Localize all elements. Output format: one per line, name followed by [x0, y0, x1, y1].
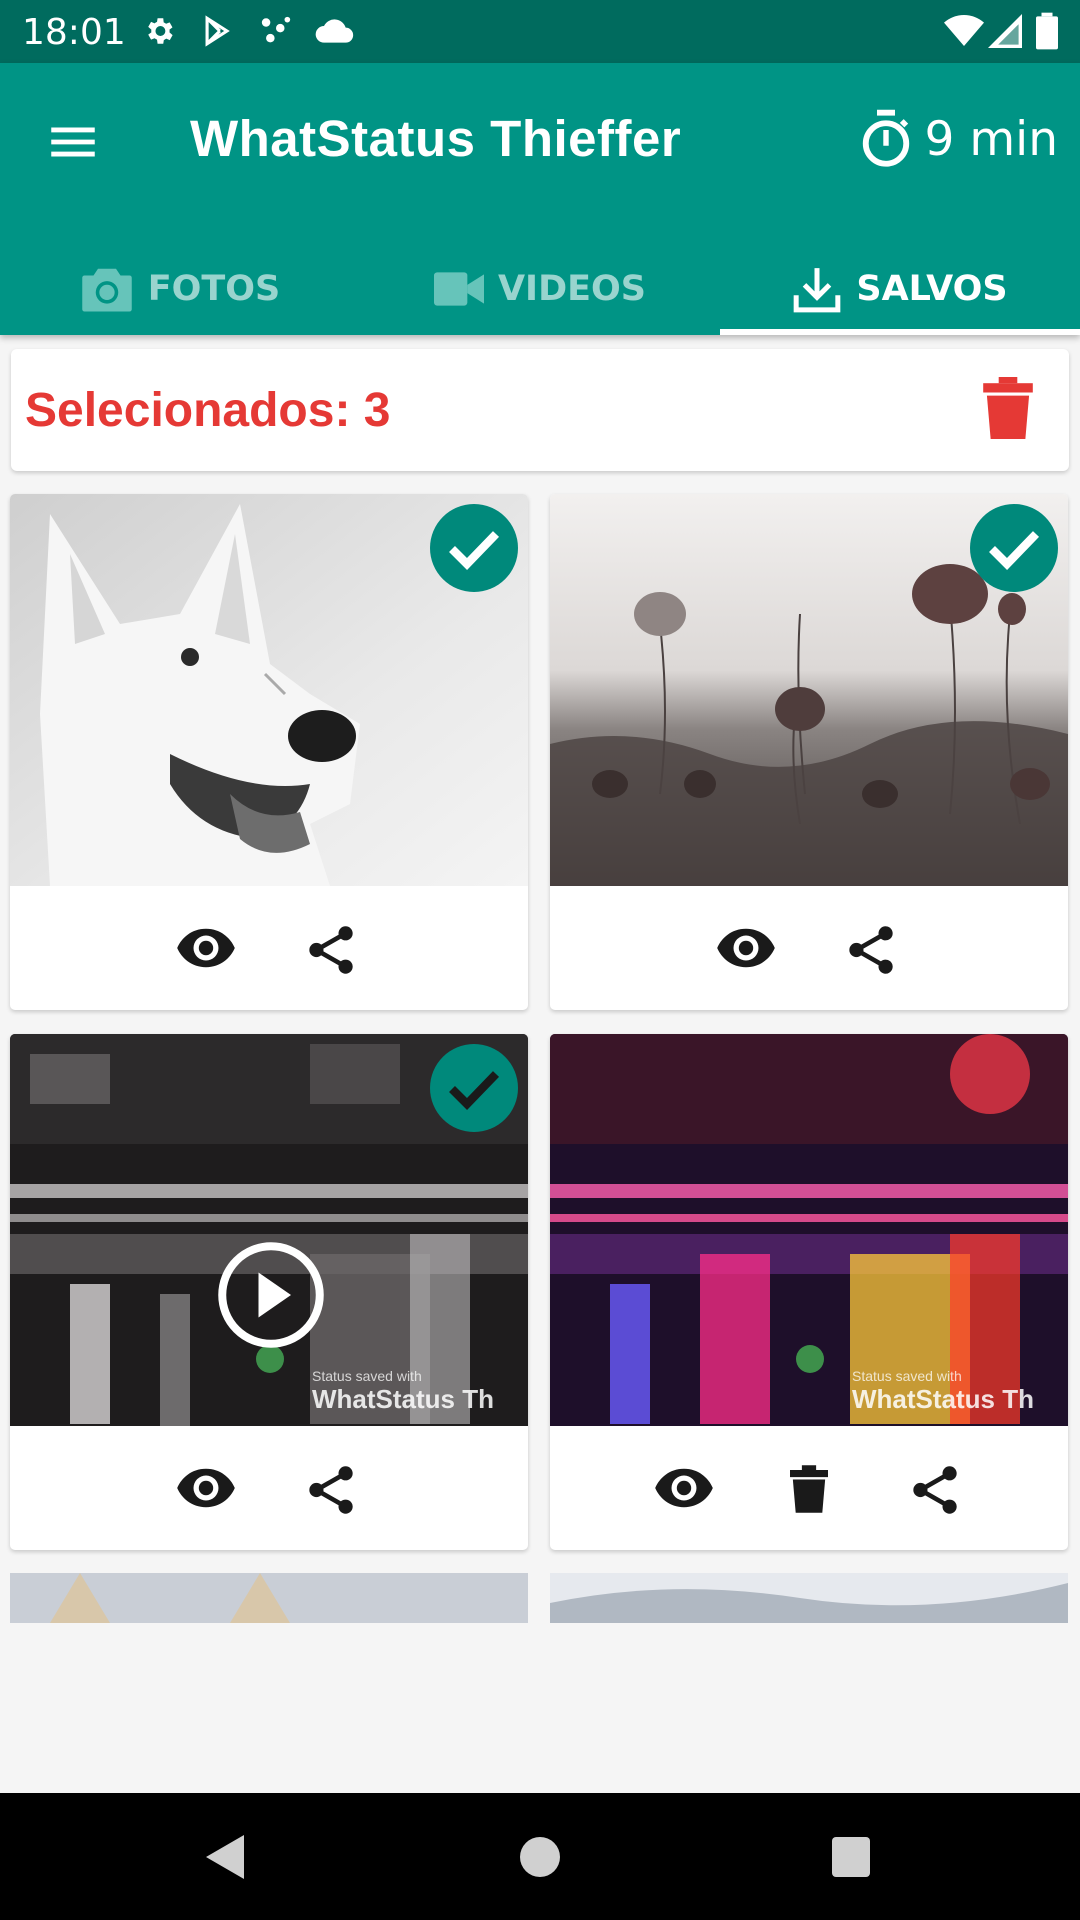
media-card-4[interactable]: Status saved with WhatStatus Th [550, 1034, 1068, 1550]
media-card-1[interactable] [10, 494, 528, 1010]
menu-hamburger-icon[interactable] [44, 113, 102, 171]
app-title: WhatStatus Thieffer [190, 110, 682, 167]
view-eye-icon[interactable] [176, 1464, 236, 1512]
watermark-brand: WhatStatus Th [852, 1384, 1034, 1414]
colorful-street-video-thumbnail [550, 1034, 1068, 1426]
view-eye-icon[interactable] [654, 1464, 714, 1512]
tab-bar: FOTOS VIDEOS SALVOS [0, 243, 1080, 335]
dog-ears-image [10, 1573, 528, 1623]
play-store-icon [205, 15, 230, 47]
delete-selected-icon[interactable] [983, 377, 1033, 439]
stopwatch-icon [862, 109, 909, 167]
wifi-icon [944, 15, 984, 46]
tab-salvos-label: SALVOS [856, 269, 1008, 309]
watermark-caption: Status saved with [312, 1368, 422, 1384]
tab-videos-label: VIDEOS [497, 269, 647, 309]
card-actions [550, 886, 1068, 1010]
settings-gear-icon [148, 18, 173, 44]
cloudy-sky-image [550, 1573, 1068, 1623]
selection-card: Selecionados: 3 [11, 349, 1069, 471]
card-actions [10, 1426, 528, 1550]
recents-icon[interactable] [832, 1837, 870, 1877]
videocam-icon [433, 272, 484, 306]
tab-fotos[interactable]: FOTOS [0, 243, 360, 335]
delete-icon[interactable] [790, 1464, 828, 1514]
media-card-3[interactable]: Status saved with WhatStatus Th [10, 1034, 528, 1550]
selection-count: Selecionados: 3 [25, 384, 391, 437]
dots-icon [261, 16, 291, 43]
cloud-icon [315, 19, 354, 43]
tab-fotos-label: FOTOS [147, 269, 281, 309]
status-time: 18:01 [22, 12, 126, 53]
media-card-6-partial[interactable] [550, 1573, 1068, 1623]
tab-videos[interactable]: VIDEOS [360, 243, 720, 335]
media-card-5-partial[interactable] [10, 1573, 528, 1623]
selected-check-icon[interactable] [430, 1044, 518, 1132]
media-card-2[interactable] [550, 494, 1068, 1010]
timer[interactable]: 9 min [859, 107, 1058, 171]
play-video-icon[interactable] [216, 1240, 326, 1350]
selected-check-icon[interactable] [970, 504, 1058, 592]
download-icon [794, 268, 841, 313]
view-eye-icon[interactable] [716, 924, 776, 972]
camera-icon [82, 268, 132, 312]
view-eye-icon[interactable] [176, 924, 236, 972]
back-icon[interactable] [206, 1835, 244, 1879]
system-navigation-bar [0, 1793, 1080, 1920]
share-icon[interactable] [306, 924, 356, 976]
app-bar: WhatStatus Thieffer 9 min FOTOS VIDEOS S… [0, 63, 1080, 335]
tab-salvos[interactable]: SALVOS [720, 243, 1080, 335]
card-actions [550, 1426, 1068, 1550]
share-icon[interactable] [846, 924, 896, 976]
watermark-caption: Status saved with [852, 1368, 962, 1384]
share-icon[interactable] [910, 1464, 960, 1516]
timer-label: 9 min [924, 111, 1058, 167]
battery-icon [1036, 12, 1058, 50]
share-icon[interactable] [306, 1464, 356, 1516]
selected-check-icon[interactable] [430, 504, 518, 592]
home-icon[interactable] [520, 1837, 560, 1877]
card-actions [10, 886, 528, 1010]
status-bar: 18:01 [0, 0, 1080, 63]
tab-indicator [720, 329, 1080, 335]
watermark-brand: WhatStatus Th [312, 1384, 494, 1414]
signal-icon [988, 14, 1022, 48]
